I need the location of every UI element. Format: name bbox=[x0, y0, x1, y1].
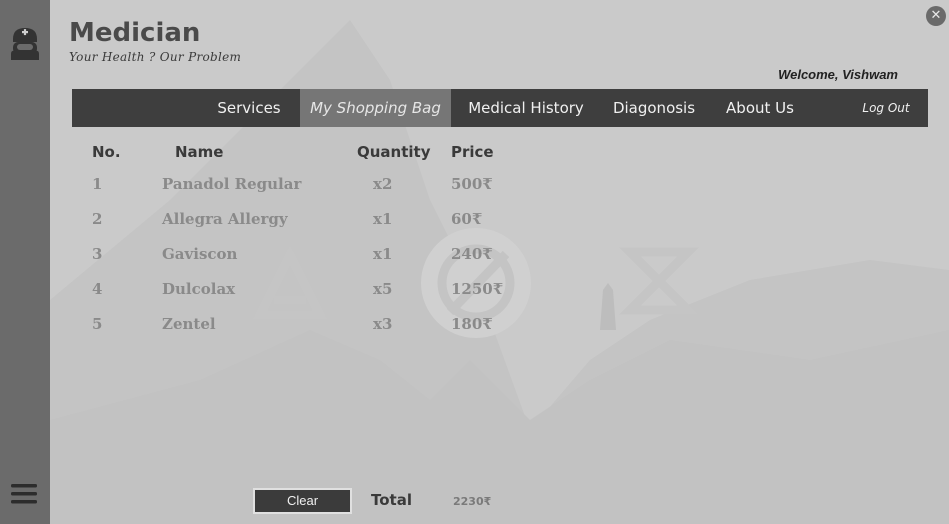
row-number: 4 bbox=[92, 280, 103, 298]
column-header-no: No. bbox=[92, 143, 121, 161]
row-number: 2 bbox=[92, 210, 103, 228]
row-name: Gaviscon bbox=[162, 245, 238, 263]
table-row: 4 Dulcolax x5 1250₹ bbox=[50, 280, 650, 310]
sidebar bbox=[0, 0, 50, 524]
row-name: Allegra Allergy bbox=[162, 210, 288, 228]
app-subtitle: Your Health ? Our Problem bbox=[69, 50, 242, 64]
table-row: 1 Panadol Regular x2 500₹ bbox=[50, 175, 650, 205]
column-header-name: Name bbox=[175, 143, 224, 161]
main-panel: Medician Your Health ? Our Problem Welco… bbox=[50, 0, 949, 524]
row-price: 60₹ bbox=[451, 210, 483, 228]
log-out-link[interactable]: Log Out bbox=[856, 89, 916, 127]
row-quantity: x3 bbox=[373, 315, 393, 333]
hamburger-menu-icon[interactable] bbox=[11, 482, 39, 506]
app-title: Medician bbox=[69, 18, 201, 48]
row-number: 1 bbox=[92, 175, 103, 193]
nav-about-us[interactable]: About Us bbox=[720, 89, 800, 127]
row-price: 500₹ bbox=[451, 175, 493, 193]
nav-my-shopping-bag[interactable]: My Shopping Bag bbox=[300, 89, 451, 127]
row-name: Zentel bbox=[162, 315, 216, 333]
nurse-icon bbox=[11, 28, 39, 60]
row-name: Dulcolax bbox=[162, 280, 236, 298]
total-value: 2230₹ bbox=[453, 495, 492, 508]
row-quantity: x1 bbox=[373, 245, 393, 263]
clear-button[interactable]: Clear bbox=[253, 488, 352, 514]
row-quantity: x1 bbox=[373, 210, 393, 228]
column-header-price: Price bbox=[451, 143, 494, 161]
table-row: 3 Gaviscon x1 240₹ bbox=[50, 245, 650, 275]
row-quantity: x2 bbox=[373, 175, 393, 193]
nav-services[interactable]: Services bbox=[209, 89, 289, 127]
row-price: 180₹ bbox=[451, 315, 493, 333]
welcome-message: Welcome, Vishwam bbox=[778, 67, 898, 82]
nav-diagnosis[interactable]: Diagonosis bbox=[604, 89, 704, 127]
row-price: 240₹ bbox=[451, 245, 493, 263]
row-number: 3 bbox=[92, 245, 103, 263]
navbar: Services My Shopping Bag Medical History… bbox=[72, 89, 928, 127]
table-row: 2 Allegra Allergy x1 60₹ bbox=[50, 210, 650, 240]
column-header-quantity: Quantity bbox=[357, 143, 431, 161]
row-name: Panadol Regular bbox=[162, 175, 302, 193]
row-number: 5 bbox=[92, 315, 103, 333]
nav-medical-history[interactable]: Medical History bbox=[461, 89, 591, 127]
total-label: Total bbox=[371, 491, 412, 509]
row-quantity: x5 bbox=[373, 280, 393, 298]
row-price: 1250₹ bbox=[451, 280, 504, 298]
table-row: 5 Zentel x3 180₹ bbox=[50, 315, 650, 345]
close-icon[interactable]: ✕ bbox=[926, 6, 946, 26]
